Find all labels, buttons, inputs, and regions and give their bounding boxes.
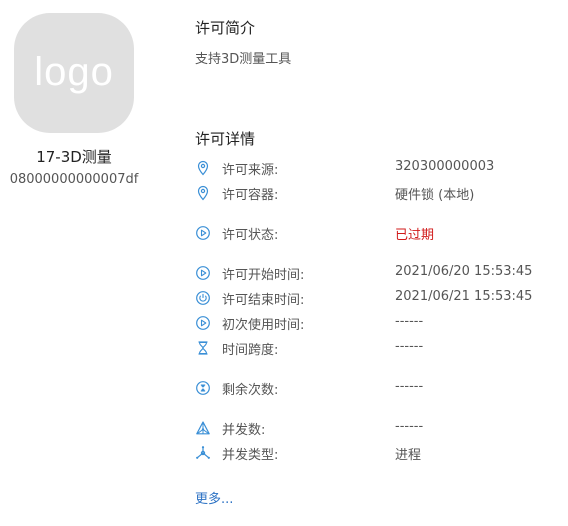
detail-value: ------: [395, 419, 424, 434]
status-badge: 已过期: [395, 228, 435, 243]
detail-row-remaining-count: 剩余次数: ------: [195, 378, 555, 398]
detail-label: 许可结束时间:: [222, 293, 305, 308]
detail-label: 许可来源:: [222, 163, 279, 178]
detail-row-concurrency: 并发数: ------: [195, 418, 555, 438]
intro-title: 许可简介: [195, 19, 256, 37]
detail-label: 并发数:: [222, 423, 266, 438]
detail-label: 初次使用时间:: [222, 318, 305, 333]
detail-label: 许可容器:: [222, 188, 279, 203]
detail-value: 320300000003: [395, 159, 495, 174]
detail-label: 许可状态:: [222, 228, 279, 243]
detail-row-source: 许可来源: 320300000003: [195, 158, 555, 178]
detail-value: 硬件锁 (本地): [395, 188, 475, 203]
detail-value: ------: [395, 339, 424, 354]
detail-value: 2021/06/21 15:53:45: [395, 289, 533, 304]
more-link[interactable]: 更多...: [195, 488, 233, 507]
detail-value: ------: [395, 379, 424, 394]
detail-label: 许可开始时间:: [222, 268, 305, 283]
intro-text: 支持3D测量工具: [195, 52, 292, 67]
product-logo: logo: [14, 13, 134, 133]
detail-row-container: 许可容器: 硬件锁 (本地): [195, 183, 555, 203]
detail-row-end-time: 许可结束时间: 2021/06/21 15:53:45: [195, 288, 555, 308]
detail-row-status: 许可状态: 已过期: [195, 223, 555, 243]
detail-value: 进程: [395, 448, 422, 463]
detail-label: 并发类型:: [222, 448, 279, 463]
detail-value: ------: [395, 314, 424, 329]
detail-label: 剩余次数:: [222, 383, 279, 398]
detail-row-start-time: 许可开始时间: 2021/06/20 15:53:45: [195, 263, 555, 283]
network-star-icon: [195, 445, 211, 461]
details-title: 许可详情: [195, 130, 256, 148]
location-pin-icon: [195, 185, 211, 201]
detail-row-time-span: 时间跨度: ------: [195, 338, 555, 358]
network-triangle-icon: [195, 420, 211, 436]
detail-row-first-use: 初次使用时间: ------: [195, 313, 555, 333]
power-circle-icon: [195, 290, 211, 306]
detail-label: 时间跨度:: [222, 343, 279, 358]
play-circle-icon: [195, 225, 211, 241]
location-pin-icon: [195, 160, 211, 176]
detail-value: 2021/06/20 15:53:45: [395, 264, 533, 279]
play-circle-icon: [195, 265, 211, 281]
product-id: 08000000000007df: [9, 172, 139, 187]
hourglass-circle-icon: [195, 380, 211, 396]
logo-text: logo: [34, 49, 114, 94]
hourglass-icon: [195, 340, 211, 356]
product-name: 17-3D测量: [36, 148, 112, 166]
play-circle-icon: [195, 315, 211, 331]
detail-row-concurrency-type: 并发类型: 进程: [195, 443, 555, 463]
